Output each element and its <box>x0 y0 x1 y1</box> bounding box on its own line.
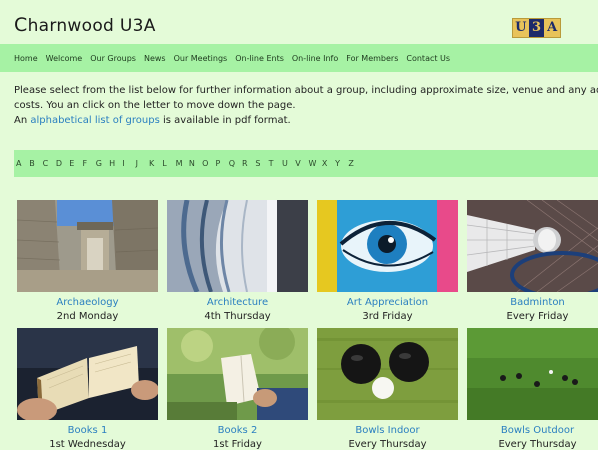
group-name[interactable]: Archaeology <box>17 297 158 308</box>
main-nav: Home Welcome Our Groups News Our Meeting… <box>0 44 598 72</box>
alphabet-letter-q[interactable]: Q <box>229 159 242 168</box>
site-title-rest: harnwood U3A <box>27 16 156 36</box>
intro-line-3: An alphabetical list of groups is availa… <box>14 113 598 128</box>
stone-ruins-image[interactable] <box>17 200 158 292</box>
group-card[interactable]: Badminton Every Friday <box>467 200 598 322</box>
group-card[interactable]: Bowls Indoor Every Thursday <box>317 328 458 450</box>
logo-letter-a: A <box>544 19 561 37</box>
group-card[interactable]: Archaeology 2nd Monday <box>17 200 158 322</box>
alphabet-letter-a[interactable]: A <box>16 159 29 168</box>
nav-online-ents[interactable]: On-line Ents <box>235 54 284 63</box>
alphabet-letter-b[interactable]: B <box>29 159 42 168</box>
group-name[interactable]: Books 2 <box>167 425 308 436</box>
group-schedule: 4th Thursday <box>204 311 271 322</box>
alphabet-letter-d[interactable]: D <box>56 159 69 168</box>
alphabet-letter-e[interactable]: E <box>69 159 82 168</box>
alphabet-letter-w[interactable]: W <box>309 159 322 168</box>
alphabet-letter-r[interactable]: R <box>242 159 255 168</box>
alphabetical-list-link[interactable]: alphabetical list of groups <box>30 115 159 126</box>
alphabet-letter-s[interactable]: S <box>255 159 268 168</box>
group-name[interactable]: Bowls Indoor <box>317 425 458 436</box>
alphabet-letter-m[interactable]: M <box>176 159 189 168</box>
nav-news[interactable]: News <box>144 54 166 63</box>
site-title-initial: C <box>14 14 28 36</box>
alphabet-letter-h[interactable]: H <box>109 159 122 168</box>
nav-welcome[interactable]: Welcome <box>46 54 83 63</box>
alphabet-letter-f[interactable]: F <box>82 159 95 168</box>
group-schedule: 2nd Monday <box>56 311 119 322</box>
intro-text: Please select from the list below for fu… <box>14 83 598 128</box>
alphabet-letter-g[interactable]: G <box>96 159 109 168</box>
alphabet-letter-x[interactable]: X <box>322 159 335 168</box>
group-schedule: 1st Wednesday <box>49 439 126 450</box>
nav-online-info[interactable]: On-line Info <box>292 54 338 63</box>
group-schedule: Every Thursday <box>348 439 427 450</box>
nav-our-groups[interactable]: Our Groups <box>90 54 136 63</box>
alphabet-letter-z[interactable]: Z <box>348 159 361 168</box>
group-name[interactable]: Art Appreciation <box>317 297 458 308</box>
u3a-logo[interactable]: U 3 A <box>512 18 561 38</box>
group-card[interactable]: Bowls Outdoor Every Thursday <box>467 328 598 450</box>
alphabet-letter-n[interactable]: N <box>189 159 202 168</box>
group-schedule: Every Friday <box>506 311 569 322</box>
alphabet-letter-v[interactable]: V <box>295 159 308 168</box>
nav-home[interactable]: Home <box>14 54 38 63</box>
shuttlecock-racket-image[interactable] <box>467 200 598 292</box>
group-schedule: 3rd Friday <box>362 311 413 322</box>
alphabet-letter-y[interactable]: Y <box>335 159 348 168</box>
group-name[interactable]: Books 1 <box>17 425 158 436</box>
intro-prefix: An <box>14 115 31 126</box>
alphabet-letter-t[interactable]: T <box>269 159 282 168</box>
logo-letter-u: U <box>513 19 529 37</box>
graffiti-eye-image[interactable] <box>317 200 458 292</box>
alphabet-letter-u[interactable]: U <box>282 159 295 168</box>
nav-contact-us[interactable]: Contact Us <box>406 54 450 63</box>
alphabet-letter-k[interactable]: K <box>149 159 162 168</box>
group-schedule: Every Thursday <box>498 439 577 450</box>
group-name[interactable]: Badminton <box>467 297 598 308</box>
intro-line-2: costs. You an click on the letter to mov… <box>14 100 296 111</box>
alphabet-letter-c[interactable]: C <box>43 159 56 168</box>
group-card[interactable]: Architecture 4th Thursday <box>167 200 308 322</box>
alphabet-letter-l[interactable]: L <box>162 159 175 168</box>
alphabet-letter-p[interactable]: P <box>215 159 228 168</box>
bowls-balls-image[interactable] <box>317 328 458 420</box>
open-book-image[interactable] <box>17 328 158 420</box>
intro-line-1: Please select from the list below for fu… <box>14 85 598 96</box>
group-card[interactable]: Books 2 1st Friday <box>167 328 308 450</box>
group-name[interactable]: Bowls Outdoor <box>467 425 598 436</box>
nav-for-members[interactable]: For Members <box>346 54 398 63</box>
group-card[interactable]: Books 1 1st Wednesday <box>17 328 158 450</box>
logo-letter-3: 3 <box>528 19 545 37</box>
alphabet-letter-j[interactable]: J <box>136 159 149 168</box>
nav-our-meetings[interactable]: Our Meetings <box>174 54 228 63</box>
site-header: Charnwood U3A U 3 A <box>0 0 598 44</box>
alphabet-index: ABCDEFGHIJKLMNOPQRSTUVWXYZ <box>14 150 598 177</box>
alphabet-letter-i[interactable]: I <box>122 159 135 168</box>
group-name[interactable]: Architecture <box>167 297 308 308</box>
reading-park-image[interactable] <box>167 328 308 420</box>
site-title[interactable]: Charnwood U3A <box>14 14 156 36</box>
group-card[interactable]: Art Appreciation 3rd Friday <box>317 200 458 322</box>
curved-building-image[interactable] <box>167 200 308 292</box>
intro-suffix: is available in pdf format. <box>159 115 291 126</box>
group-schedule: 1st Friday <box>213 439 262 450</box>
alphabet-letter-o[interactable]: O <box>202 159 215 168</box>
bowling-green-image[interactable] <box>467 328 598 420</box>
